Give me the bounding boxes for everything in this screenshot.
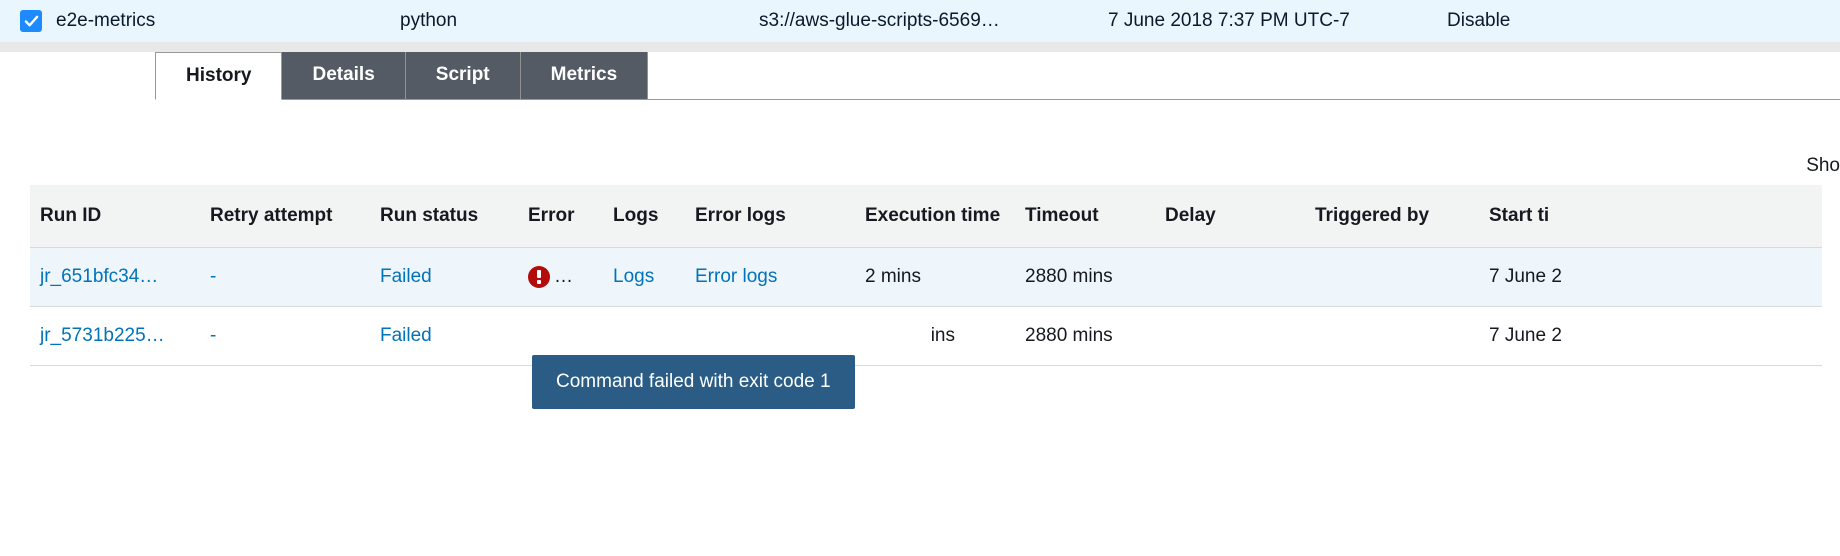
start-time: 7 June 2: [1479, 248, 1822, 307]
col-start[interactable]: Start ti: [1479, 185, 1822, 248]
timeout: 2880 mins: [1015, 307, 1155, 366]
logs-link[interactable]: Logs: [603, 248, 685, 307]
triggered-by: [1305, 307, 1479, 366]
job-disable-status: Disable: [1447, 10, 1510, 32]
col-error-logs[interactable]: Error logs: [685, 185, 855, 248]
showing-label: Sho: [0, 100, 1840, 185]
job-last-modified: 7 June 2018 7:37 PM UTC-7: [1108, 10, 1433, 32]
delay: [1155, 248, 1305, 307]
job-location: s3://aws-glue-scripts-6569…: [759, 10, 1094, 32]
job-name: e2e-metrics: [56, 10, 386, 32]
tab-details[interactable]: Details: [282, 52, 405, 99]
col-logs[interactable]: Logs: [603, 185, 685, 248]
runs-table: Run ID Retry attempt Run status Error Lo…: [30, 185, 1822, 366]
delay: [1155, 307, 1305, 366]
col-timeout[interactable]: Timeout: [1015, 185, 1155, 248]
error-cell[interactable]: …: [518, 248, 603, 307]
timeout: 2880 mins: [1015, 248, 1155, 307]
col-status[interactable]: Run status: [370, 185, 518, 248]
col-triggered[interactable]: Triggered by: [1305, 185, 1479, 248]
tab-script[interactable]: Script: [406, 52, 521, 99]
run-status: Failed: [370, 248, 518, 307]
triggered-by: [1305, 248, 1479, 307]
col-run-id[interactable]: Run ID: [30, 185, 200, 248]
tab-history[interactable]: History: [155, 52, 282, 100]
tabs: History Details Script Metrics: [155, 52, 1840, 100]
error-ellipsis: …: [554, 266, 573, 288]
exec-time: ins: [855, 307, 1015, 366]
job-type: python: [400, 10, 745, 32]
table-row[interactable]: jr_5731b225… - Failed ins 2880 mins 7 Ju…: [30, 307, 1822, 366]
retry-value: -: [200, 307, 370, 366]
divider: [0, 42, 1840, 52]
col-exec[interactable]: Execution time: [855, 185, 1015, 248]
run-id-link[interactable]: jr_5731b225…: [30, 307, 200, 366]
col-error[interactable]: Error: [518, 185, 603, 248]
error-icon: [528, 266, 550, 288]
error-tooltip: Command failed with exit code 1: [532, 355, 855, 409]
run-status: Failed: [370, 307, 518, 366]
job-row-selected[interactable]: e2e-metrics python s3://aws-glue-scripts…: [0, 0, 1840, 42]
checkbox-job[interactable]: [20, 10, 42, 32]
run-id-link[interactable]: jr_651bfc34…: [30, 248, 200, 307]
col-delay[interactable]: Delay: [1155, 185, 1305, 248]
exec-time: 2 mins: [855, 248, 1015, 307]
start-time: 7 June 2: [1479, 307, 1822, 366]
retry-value: -: [200, 248, 370, 307]
tab-metrics[interactable]: Metrics: [521, 52, 649, 99]
col-retry[interactable]: Retry attempt: [200, 185, 370, 248]
error-logs-link[interactable]: Error logs: [685, 248, 855, 307]
table-row[interactable]: jr_651bfc34… - Failed … Logs Error logs …: [30, 248, 1822, 307]
